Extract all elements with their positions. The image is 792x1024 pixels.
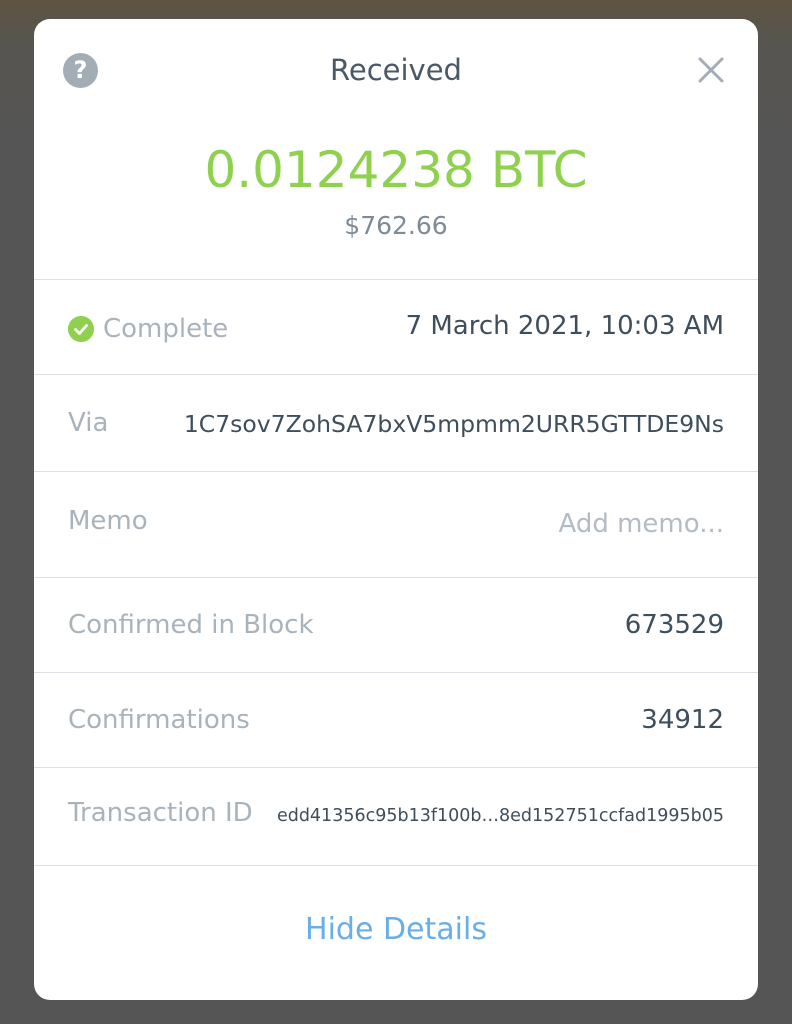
memo-input[interactable]: Add memo... <box>559 509 725 539</box>
status-label: Complete <box>103 314 229 344</box>
confirmations-label: Confirmations <box>68 705 250 735</box>
block-row: Confirmed in Block 673529 <box>34 578 758 673</box>
fiat-value: $762.66 <box>344 211 448 240</box>
close-icon[interactable] <box>694 53 728 87</box>
modal-footer: Hide Details <box>34 866 758 1000</box>
memo-label: Memo <box>68 506 148 536</box>
block-number: 673529 <box>624 610 724 640</box>
status-indicator: Complete <box>68 314 228 344</box>
btc-amount: 0.0124238 BTC <box>204 141 588 199</box>
modal-title: Received <box>330 53 462 87</box>
confirmations-count: 34912 <box>641 705 724 735</box>
via-label: Via <box>68 408 109 438</box>
transaction-id-value[interactable]: edd41356c95b13f100b…8ed152751ccfad1995b0… <box>277 806 724 826</box>
transaction-datetime: 7 March 2021, 10:03 AM <box>405 311 724 341</box>
confirmations-row: Confirmations 34912 <box>34 673 758 768</box>
transaction-id-label: Transaction ID <box>68 798 253 828</box>
memo-row: Memo Add memo... <box>34 472 758 578</box>
block-label: Confirmed in Block <box>68 610 314 640</box>
via-address[interactable]: 1C7sov7ZohSA7bxV5mpmm2URR5GTTDE9Ns <box>184 410 724 438</box>
status-row: Complete 7 March 2021, 10:03 AM <box>34 280 758 375</box>
via-row: Via 1C7sov7ZohSA7bxV5mpmm2URR5GTTDE9Ns <box>34 375 758 472</box>
transaction-details-modal: ? Received 0.0124238 BTC $762.66 Complet… <box>34 19 758 1000</box>
modal-header: ? Received 0.0124238 BTC $762.66 <box>34 19 758 280</box>
hide-details-button[interactable]: Hide Details <box>34 912 758 947</box>
transaction-id-row: Transaction ID edd41356c95b13f100b…8ed15… <box>34 768 758 866</box>
check-circle-icon <box>68 316 94 342</box>
